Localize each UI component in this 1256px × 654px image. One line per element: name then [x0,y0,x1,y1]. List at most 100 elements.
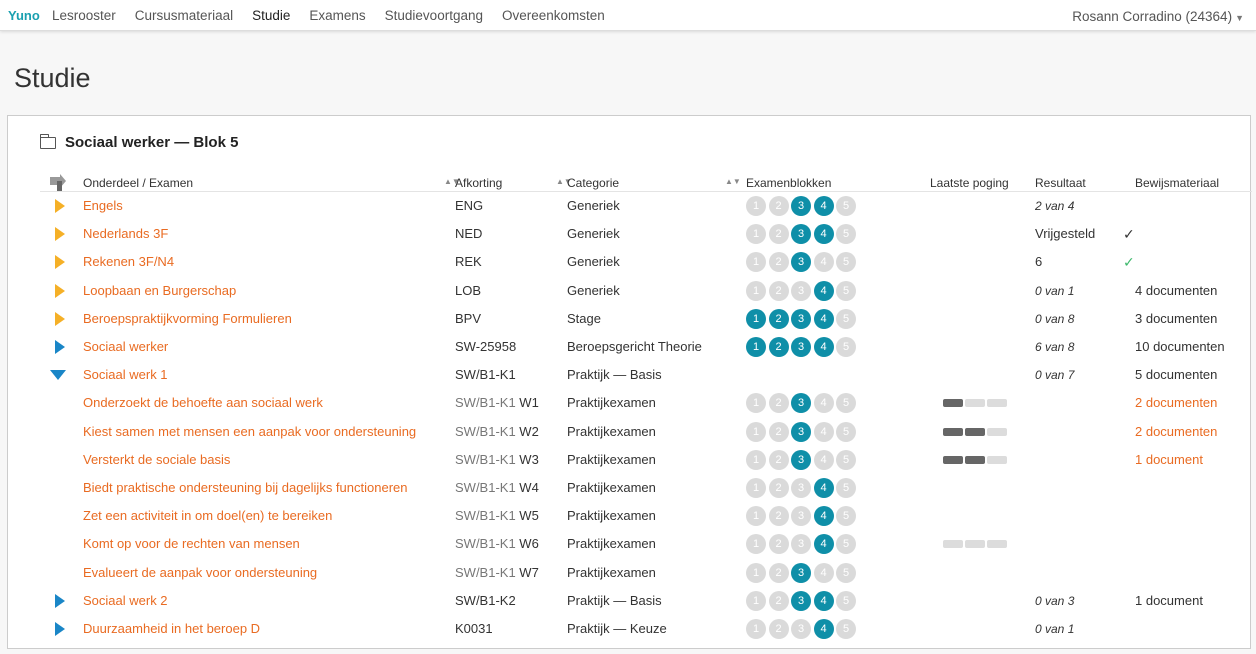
exam-block-badge: 4 [813,308,834,329]
expand-triangle-icon[interactable] [55,622,65,636]
exam-block-badge: 2 [768,252,789,273]
row-name-link[interactable]: Beroepspraktijkvorming Formulieren [83,305,292,333]
expand-triangle-icon[interactable] [55,593,65,608]
sort-all-icon[interactable] [48,173,66,191]
row-evidence[interactable]: 2 documenten [1135,389,1217,417]
row-name-link[interactable]: Biedt praktische ondersteuning bij dagel… [83,474,407,502]
row-name-link[interactable]: Zet een activiteit in om doel(en) te ber… [83,502,332,530]
exam-block-badge: 1 [746,506,766,527]
expand-triangle-icon[interactable] [55,227,65,242]
column-header-category[interactable]: Categorie [567,176,619,190]
exam-block-badge: 3 [791,337,811,357]
row-name-link[interactable]: Nederlands 3F [83,220,168,248]
table-row[interactable]: Beroepspraktijkvorming Formulieren BPV Sta… [8,305,1252,333]
expand-triangle-icon[interactable] [55,311,65,326]
nav-item-overeenkomsten[interactable]: Overeenkomsten [502,8,605,23]
row-abbreviation-code: SW/B1-K2 [455,592,516,608]
last-attempt-progress [943,427,1009,436]
row-evidence: 4 documenten [1135,282,1218,298]
row-result: 0 van 7 [1035,368,1075,383]
exam-block-badge: 5 [836,224,856,245]
row-name-link[interactable]: Rekenen 3F/N4 [83,248,174,276]
row-evidence[interactable]: 1 document [1135,446,1203,474]
exam-block-badge: 3 [791,506,811,527]
row-name-link[interactable]: Komt op voor de rechten van mensen [83,530,300,558]
row-name-link[interactable]: Duurzaamheid in het beroep D [83,615,260,643]
table-row[interactable]: Onderzoekt de behoefte aan sociaal werk S… [8,389,1252,417]
row-name-link[interactable]: Loopbaan en Burgerschap [83,277,236,305]
exam-block-badge: 2 [768,449,789,470]
exam-block-badge: 5 [836,619,856,639]
table-row[interactable]: Rekenen 3F/N4 REK Generiek 1 2 3 4 5 6 ✓ [8,248,1252,276]
exam-block-badge: 4 [813,449,834,470]
nav-item-cursusmateriaal[interactable]: Cursusmateriaal [135,8,233,23]
row-evidence[interactable]: 2 documenten [1135,418,1217,446]
table-row[interactable]: Versterkt de sociale basis SW/B1-K1 W3 Pra… [8,446,1252,474]
table-row[interactable]: Zet een activiteit in om doel(en) te ber… [8,502,1252,530]
table-row[interactable]: Kiest samen met mensen een aanpak voor o… [8,418,1252,446]
collapse-triangle-icon[interactable] [50,370,66,381]
row-category: Stage [567,310,601,326]
exam-blocks: 12345 [746,280,859,301]
folder-icon [40,134,56,149]
nav-item-studievoortgang[interactable]: Studievoortgang [385,8,483,23]
exam-block-badge: 2 [768,224,789,245]
table-row[interactable]: Duurzaamheid in het beroep D K0031 Praktij… [8,615,1252,643]
exam-block-badge: 2 [768,562,789,583]
table-row[interactable]: Biedt praktische ondersteuning bij dagel… [8,474,1252,502]
row-name-link[interactable]: Engels [83,192,123,220]
row-name-link[interactable]: Sociaal werk 2 [83,587,168,615]
exam-block-badge: 1 [746,252,766,273]
row-name-link[interactable]: Sociaal werk 1 [83,361,168,389]
row-category: Praktijkexamen [567,508,656,524]
expand-triangle-icon[interactable] [55,199,65,213]
exam-block-badge: 2 [768,337,789,357]
row-name-link[interactable]: Sociaal werker [83,333,168,361]
exam-block-badge: 5 [836,280,856,301]
exam-block-badge: 1 [746,337,766,357]
row-name-link[interactable]: Onderzoekt de behoefte aan sociaal werk [83,389,323,417]
exam-blocks: 12345 [746,337,859,357]
row-abbreviation-code: ENG [455,198,484,213]
row-evidence: 1 document [1135,592,1203,608]
row-result: 6 [1035,254,1043,270]
progress-segment [987,399,1007,408]
sort-icon[interactable]: ▲▼ [725,177,741,186]
table-row[interactable]: Evalueert de aanpak voor ondersteuning SW… [8,559,1252,587]
column-header-abbr[interactable]: Afkorting [455,176,502,190]
table-row[interactable]: Sociaal werk 2 SW/B1-K2 Praktijk — Basis 1 2… [8,587,1252,615]
exam-block-badge: 4 [813,421,834,442]
nav-item-lesrooster[interactable]: Lesrooster [52,8,116,23]
exam-block-badge: 5 [836,590,856,611]
row-result: 0 van 8 [1035,311,1075,326]
expand-triangle-icon[interactable] [55,340,65,354]
row-abbreviation: SW/B1-K1 W5 [455,502,539,530]
row-name-link[interactable]: Evalueert de aanpak voor ondersteuning [83,559,317,587]
row-abbreviation: SW/B1-K1 W2 [455,418,539,446]
exam-block-badge: 4 [813,506,834,527]
row-category: Praktijkexamen [567,395,656,411]
nav-item-examens[interactable]: Examens [309,8,365,23]
row-category: Praktijkexamen [567,536,656,552]
checkmark-icon: ✓ [1123,254,1135,271]
table-row[interactable]: Nederlands 3F NED Generiek 1 2 3 4 5 Vrijgesteld… [8,220,1252,248]
progress-segment [965,540,985,549]
table-row[interactable]: Komt op voor de rechten van mensen SW/B1-… [8,530,1252,558]
expand-triangle-icon[interactable] [55,283,65,298]
table-row[interactable]: Sociaal werker SW-25958 Beroepsgericht The… [8,333,1252,361]
table-row[interactable]: Sociaal werk 1 SW/B1-K1 Praktijk — Basis 0 … [8,361,1252,389]
column-header-name[interactable]: Onderdeel / Examen [83,176,193,190]
row-name-link[interactable]: Kiest samen met mensen een aanpak voor o… [83,418,416,446]
row-result: Vrijgesteld [1035,226,1096,242]
checkmark-icon: ✓ [1123,226,1135,243]
row-abbreviation: SW-25958 [455,333,516,361]
nav-item-studie[interactable]: Studie [252,8,290,23]
exam-block-badge: 4 [813,478,834,498]
table-row[interactable]: Engels ENG Generiek 1 2 3 4 5 2 van 4 [8,192,1252,220]
row-evidence: 10 documenten [1135,339,1225,354]
expand-triangle-icon[interactable] [55,255,65,270]
table-row[interactable]: Loopbaan en Burgerschap LOB Generiek 1 2 3 4 5 0… [8,277,1252,305]
brand-logo[interactable]: Yuno [0,8,52,23]
user-menu[interactable]: Rosann Corradino (24364) ▼ [1072,9,1244,24]
row-name-link[interactable]: Versterkt de sociale basis [83,446,230,474]
